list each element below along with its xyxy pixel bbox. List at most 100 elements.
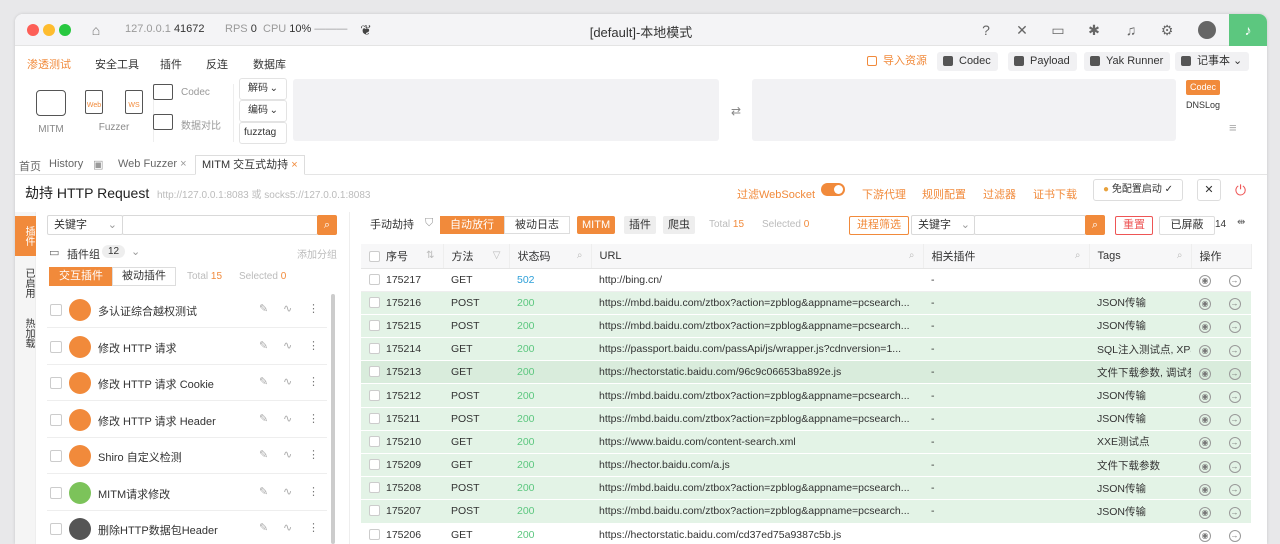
menu-item-pentest[interactable]: 渗透测试 xyxy=(27,56,71,72)
view-icon[interactable]: ◉ xyxy=(1199,344,1211,357)
close-tab-icon[interactable]: × xyxy=(291,159,297,171)
col-header-url[interactable]: URL ⌕ xyxy=(591,244,924,269)
forward-icon[interactable]: → xyxy=(1228,275,1241,288)
forward-icon[interactable]: → xyxy=(1228,483,1241,496)
row-checkbox[interactable] xyxy=(369,319,380,331)
bell-icon[interactable]: ♫ xyxy=(1122,21,1140,39)
encode-select[interactable]: 编码 ⌄ xyxy=(239,100,287,122)
activity-icon[interactable]: ∿ xyxy=(283,339,292,352)
list-item[interactable]: 修改 HTTP 请求 Cookie ✎ ∿ ⋮ xyxy=(47,365,327,401)
tag-mitm[interactable]: MITM xyxy=(577,216,616,234)
more-icon[interactable]: ⋮ xyxy=(308,339,319,352)
edit-icon[interactable]: ✎ xyxy=(259,521,268,534)
rail-item-plugins[interactable]: 插件 xyxy=(15,216,36,256)
plugin-checkbox[interactable] xyxy=(50,413,62,426)
activity-icon[interactable]: ∿ xyxy=(283,521,292,534)
forward-icon[interactable]: → xyxy=(1228,298,1241,311)
row-checkbox[interactable] xyxy=(369,505,380,517)
forward-icon[interactable]: → xyxy=(1228,437,1241,450)
codec-button[interactable]: Codec xyxy=(937,52,998,71)
cert-download-link[interactable]: 证书下载 xyxy=(1033,186,1077,202)
table-row[interactable]: 175213 GET 200 https://hectorstatic.baidu.c… xyxy=(361,360,1251,385)
forward-icon[interactable]: → xyxy=(1228,414,1241,427)
rail-item-hot-reload[interactable]: 热加载 xyxy=(15,310,36,356)
filter-websocket-toggle[interactable] xyxy=(821,183,845,196)
keyword-select[interactable]: 关键字 ⌄ xyxy=(47,215,123,235)
reset-button[interactable]: 重置 xyxy=(1115,216,1153,235)
seg-interactive-plugins[interactable]: 交互插件 xyxy=(49,267,113,286)
bug-icon[interactable]: ✱ xyxy=(1085,21,1103,39)
plugin-checkbox[interactable] xyxy=(50,450,62,462)
free-config-start-button[interactable]: ● 免配置启动 ✓ xyxy=(1093,179,1183,201)
plugin-checkbox[interactable] xyxy=(50,486,62,499)
tab-web-fuzzer[interactable]: Web Fuzzer × xyxy=(118,158,187,170)
seg-passive-plugins[interactable]: 被动插件 xyxy=(112,267,176,286)
filter-link[interactable]: 过滤器 xyxy=(983,186,1016,202)
tab-icon[interactable]: ▣ xyxy=(93,158,103,171)
process-filter-button[interactable]: 进程筛选 xyxy=(849,216,909,235)
close-tab-icon[interactable]: × xyxy=(180,158,186,170)
search-icon[interactable]: ⌕ xyxy=(909,250,915,261)
menu-item-database[interactable]: 数据库 xyxy=(253,56,286,72)
row-checkbox[interactable] xyxy=(369,343,380,355)
settings-icon[interactable]: ⚙ xyxy=(1158,21,1176,39)
notification-bell-icon[interactable]: ♪ xyxy=(1229,14,1267,46)
activity-icon[interactable]: ∿ xyxy=(283,412,292,425)
auto-forward-button[interactable]: 自动放行 xyxy=(440,216,504,234)
fuzzer-tool[interactable]: Web WS Fuzzer xyxy=(85,90,143,133)
table-row[interactable]: 175209 GET 200 https://hector.baidu.com/a.j… xyxy=(361,453,1251,478)
forward-icon[interactable]: → xyxy=(1228,391,1241,404)
table-row[interactable]: 175211 POST 200 https://mbd.baidu.com/ztbox… xyxy=(361,407,1251,431)
plugin-checkbox[interactable] xyxy=(50,523,62,535)
tab-mitm[interactable]: MITM 交互式劫持 × xyxy=(195,155,305,175)
passive-log-button[interactable]: 被动日志 xyxy=(504,216,570,234)
list-item[interactable]: Shiro 自定义检测 ✎ ∿ ⋮ xyxy=(47,438,327,474)
payload-button[interactable]: Payload xyxy=(1008,52,1077,71)
side-codec-tag[interactable]: Codec xyxy=(1186,80,1221,95)
menu-item-reverse[interactable]: 反连 xyxy=(206,56,228,72)
row-checkbox[interactable] xyxy=(369,273,380,285)
plugin-search-input[interactable] xyxy=(122,215,318,235)
edit-icon[interactable]: ✎ xyxy=(259,302,268,315)
table-row[interactable]: 175214 GET 200 https://passport.baidu.com/p… xyxy=(361,337,1251,362)
tools-icon[interactable]: ✕ xyxy=(1013,21,1031,39)
view-icon[interactable]: ◉ xyxy=(1199,483,1211,496)
collapse-icon[interactable]: ≡ xyxy=(1229,120,1237,135)
codec-tool[interactable]: Codec xyxy=(153,84,223,104)
col-header-plugin[interactable]: 相关插件 ⌕ xyxy=(923,244,1090,269)
manual-hijack-button[interactable]: 手动劫持 xyxy=(363,216,421,234)
swap-icon[interactable]: ⇄ xyxy=(731,104,741,118)
view-icon[interactable]: ◉ xyxy=(1199,506,1211,519)
side-dnslog-tag[interactable]: DNSLog xyxy=(1186,100,1220,110)
notepad-button[interactable]: 记事本 ⌄ xyxy=(1175,52,1250,71)
table-row[interactable]: 175210 GET 200 https://www.baidu.com/conten… xyxy=(361,430,1251,455)
more-icon[interactable]: ⋮ xyxy=(308,412,319,425)
rule-config-link[interactable]: 规则配置 xyxy=(922,186,966,202)
edit-icon[interactable]: ✎ xyxy=(259,339,268,352)
row-checkbox[interactable] xyxy=(369,482,380,494)
more-icon[interactable]: ⋮ xyxy=(308,521,319,534)
plugin-list-scrollbar[interactable] xyxy=(331,294,335,544)
menu-item-plugins[interactable]: 插件 xyxy=(160,56,182,72)
tag-plugin[interactable]: 插件 xyxy=(624,216,656,234)
search-icon[interactable]: ⌕ xyxy=(1075,250,1081,261)
yak-runner-button[interactable]: Yak Runner xyxy=(1084,52,1171,71)
forward-icon[interactable]: → xyxy=(1228,344,1241,357)
fuzztag-button[interactable]: fuzztag xyxy=(239,122,287,144)
plugin-checkbox[interactable] xyxy=(50,304,62,316)
power-icon[interactable]: ⏻ xyxy=(1235,182,1246,199)
downstream-proxy-link[interactable]: 下游代理 xyxy=(862,186,906,202)
blocked-items-button[interactable]: 已屏蔽条... xyxy=(1159,216,1215,235)
forward-icon[interactable]: → xyxy=(1228,367,1241,380)
import-resource-button[interactable]: 导入资源 xyxy=(861,52,934,71)
table-row[interactable]: 175217 GET 502 http://bing.cn/- ◉ → xyxy=(361,268,1251,292)
more-icon[interactable]: ⋮ xyxy=(308,485,319,498)
view-icon[interactable]: ◉ xyxy=(1199,298,1211,311)
forward-icon[interactable]: → xyxy=(1228,460,1241,473)
decode-select[interactable]: 解码 ⌄ xyxy=(239,78,287,100)
filter-icon[interactable]: ▽ xyxy=(493,250,501,261)
col-header-method[interactable]: 方法 ▽ xyxy=(443,244,510,269)
table-row[interactable]: 175206 GET 200 https://hectorstatic.baidu.c… xyxy=(361,523,1251,544)
list-item[interactable]: 删除HTTP数据包Header ✎ ∿ ⋮ xyxy=(47,511,327,544)
view-icon[interactable]: ◉ xyxy=(1199,460,1211,473)
